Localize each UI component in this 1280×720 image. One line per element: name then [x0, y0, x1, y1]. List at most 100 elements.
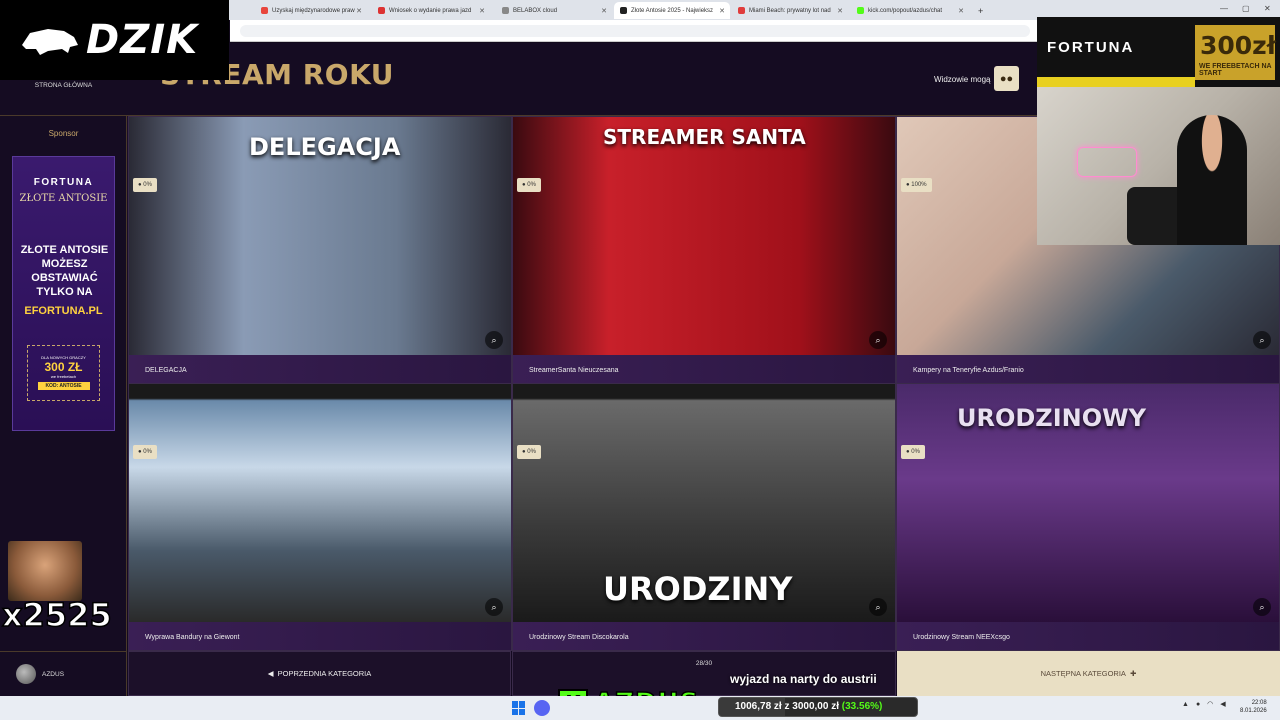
browser-tab[interactable]: Miami Beach: prywatny lot nad ✕: [732, 2, 848, 19]
maximize-icon[interactable]: ▢: [1242, 4, 1250, 13]
wifi-icon[interactable]: ◠: [1207, 700, 1213, 708]
brand-text: DZIK: [86, 17, 199, 63]
close-tab-icon[interactable]: ✕: [958, 7, 964, 15]
vote-percent-badge: ● 100%: [901, 178, 932, 192]
previous-category-button[interactable]: ◀ POPRZEDNIA KATEGORIA: [128, 651, 511, 696]
card-thumbnail: [129, 384, 511, 622]
browser-tab[interactable]: kick.com/popout/azdus/chat ✕: [851, 2, 969, 19]
promo-code: KOD: ANTOSIE: [37, 382, 90, 390]
url-input[interactable]: [240, 25, 1030, 37]
card-caption: DELEGACJA: [129, 355, 511, 383]
app-icon[interactable]: [534, 700, 550, 716]
browser-tab-active[interactable]: Złote Antosie 2025 - Najwieksz ✕: [614, 2, 730, 19]
card-caption: StreamerSanta Nieuczesana: [513, 355, 895, 383]
boar-icon: [22, 29, 78, 55]
card-caption: Urodzinowy Stream NEEXcsgo: [897, 622, 1279, 650]
sponsor-banner[interactable]: FORTUNA ZŁOTE ANTOSIE ZŁOTE ANTOSIE MOŻE…: [12, 156, 115, 431]
sponsor-amount-box: 300zł WE FREEBETACH NA START: [1195, 25, 1277, 80]
taskbar: [0, 696, 1280, 720]
ad-event: ZŁOTE ANTOSIE: [19, 193, 108, 204]
sponsor-brand: FORTUNA: [1047, 39, 1135, 56]
goal-text: 1006,78 zł z 3000,00 zł (33.56%): [735, 701, 883, 712]
sponsor-sub: WE FREEBETACH NA START: [1199, 63, 1272, 77]
card-caption: Kampery na Teneryfie Azdus/Franio: [897, 355, 1279, 383]
viewers-button[interactable]: ●●: [994, 66, 1019, 91]
username: AZDUS: [42, 670, 65, 678]
nominee-card[interactable]: URODZINOWY ● 0% ⌕ Urodzinowy Stream NEEX…: [896, 383, 1280, 651]
viewers-label: Widzowie mogą: [934, 75, 991, 84]
avatar: [16, 664, 36, 684]
favicon-icon: [620, 7, 627, 14]
zoom-icon[interactable]: ⌕: [1253, 331, 1271, 349]
brand-logo: DZIK: [0, 0, 229, 80]
card-caption: Wyprawa Bandury na Giewont: [129, 622, 511, 650]
poster-text: STREAMER SANTA: [603, 125, 806, 149]
emote-count: x2525: [1, 595, 112, 635]
poster-text: URODZINOWY: [957, 404, 1146, 432]
volume-icon[interactable]: ◀: [1220, 700, 1225, 708]
ad-headline: ZŁOTE ANTOSIE MOŻESZ OBSTAWIAĆ TYLKO NA: [20, 244, 109, 298]
zoom-icon[interactable]: ⌕: [869, 598, 887, 616]
webcam-feed: [1037, 87, 1280, 245]
poster-text: DELEGACJA: [249, 133, 401, 161]
nominee-card[interactable]: ● 0% ⌕ Wyprawa Bandury na Giewont: [128, 383, 512, 651]
zoom-icon[interactable]: ⌕: [485, 331, 503, 349]
vote-percent-badge: ● 0%: [517, 178, 541, 192]
minimize-icon[interactable]: —: [1220, 4, 1228, 13]
neon-sign: [1077, 147, 1137, 177]
chevron-up-icon[interactable]: ▲: [1182, 701, 1189, 708]
donation-message: wyjazd na narty do austrii: [730, 672, 877, 686]
ad-brand: FORTUNA: [33, 177, 94, 188]
ad-site: EFORTUNA.PL: [24, 305, 103, 317]
arrow-left-icon: ◀: [267, 669, 278, 678]
vote-percent-badge: ● 0%: [901, 445, 925, 459]
browser-tab[interactable]: Uzyskaj międzynarodowe praw ✕: [255, 2, 367, 19]
card-thumbnail: STREAMER SANTA: [513, 117, 895, 355]
card-caption: Urodzinowy Stream Discokarola: [513, 622, 895, 650]
vote-percent-badge: ● 0%: [517, 445, 541, 459]
streamer-person: [1177, 115, 1247, 245]
windows-start-icon[interactable]: [512, 701, 526, 715]
card-thumbnail: URODZINOWY: [897, 384, 1279, 622]
clock[interactable]: 22:08 8.01.2026: [1240, 699, 1267, 715]
new-tab-button[interactable]: +: [972, 2, 988, 19]
zoom-icon[interactable]: ⌕: [485, 598, 503, 616]
vote-percent-badge: ● 0%: [133, 178, 157, 192]
favicon-icon: [738, 7, 745, 14]
browser-tab[interactable]: BELABOX cloud ✕: [496, 2, 612, 19]
nominee-card[interactable]: STREAMER SANTA ● 0% ⌕ StreamerSanta Nieu…: [512, 116, 896, 384]
users-icon: ●●: [999, 72, 1014, 85]
close-tab-icon[interactable]: ✕: [356, 7, 362, 15]
user-profile[interactable]: AZDUS: [0, 651, 127, 696]
page-counter: 28/30: [695, 660, 713, 667]
sponsor-stripe: [1037, 77, 1195, 87]
sponsor-label: Sponsor: [48, 129, 79, 138]
favicon-icon: [502, 7, 509, 14]
favicon-icon: [378, 7, 385, 14]
card-thumbnail: URODZINY: [513, 384, 895, 622]
promo-sub: we freebetach: [50, 374, 77, 379]
home-link[interactable]: STRONA GŁÓWNA: [0, 82, 127, 89]
next-category-button[interactable]: NASTĘPNA KATEGORIA ✚: [897, 651, 1280, 696]
favicon-icon: [261, 7, 268, 14]
browser-tab[interactable]: Wniosek o wydanie prawa jazd ✕: [372, 2, 490, 19]
sponsor-amount: 300zł: [1200, 31, 1277, 60]
close-tab-icon[interactable]: ✕: [837, 7, 843, 15]
vote-percent-badge: ● 0%: [133, 445, 157, 459]
donation-goal-bar: 1006,78 zł z 3000,00 zł (33.56%): [718, 697, 918, 717]
zoom-icon[interactable]: ⌕: [1253, 598, 1271, 616]
close-tab-icon[interactable]: ✕: [719, 7, 725, 15]
emote-image: [8, 541, 82, 601]
mic-icon[interactable]: ●: [1196, 701, 1200, 708]
nominee-card[interactable]: DELEGACJA ● 0% ⌕ DELEGACJA: [128, 116, 512, 384]
close-tab-icon[interactable]: ✕: [601, 7, 607, 15]
arrow-right-icon: ✚: [1125, 669, 1137, 678]
ad-promo: DLA NOWYCH GRACZY 300 ZŁ we freebetach K…: [27, 345, 100, 401]
favicon-icon: [857, 7, 864, 14]
close-tab-icon[interactable]: ✕: [479, 7, 485, 15]
card-thumbnail: DELEGACJA: [129, 117, 511, 355]
close-window-icon[interactable]: ✕: [1264, 4, 1271, 13]
stream-sponsor-overlay: FORTUNA 300zł WE FREEBETACH NA START: [1037, 17, 1280, 87]
zoom-icon[interactable]: ⌕: [869, 331, 887, 349]
nominee-card[interactable]: URODZINY ● 0% ⌕ Urodzinowy Stream Discok…: [512, 383, 896, 651]
